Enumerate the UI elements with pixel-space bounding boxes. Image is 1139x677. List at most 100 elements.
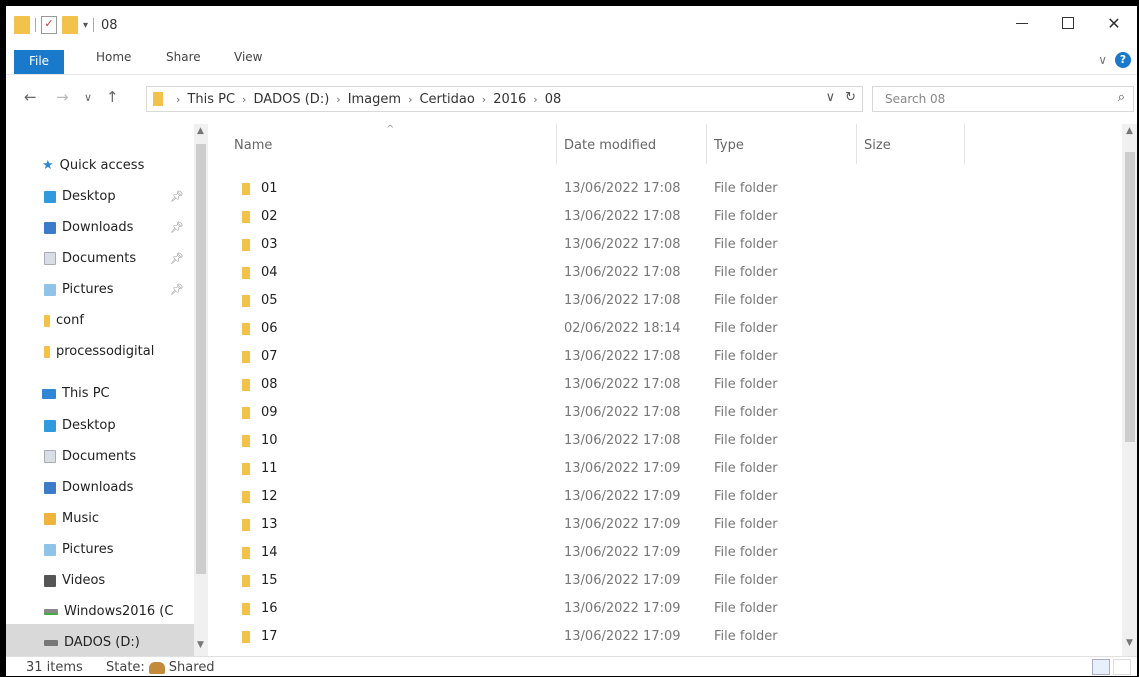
up-arrow-icon[interactable]: ↑ bbox=[106, 88, 119, 106]
forward-arrow-icon[interactable]: → bbox=[56, 88, 69, 106]
recent-locations-icon[interactable]: ∨ bbox=[84, 91, 92, 104]
file-row[interactable]: 03 13/06/2022 17:08 File folder bbox=[216, 230, 1122, 260]
search-input[interactable] bbox=[883, 91, 1087, 107]
address-history-icon[interactable]: ∨ bbox=[826, 90, 836, 105]
column-header-type[interactable]: Type bbox=[714, 138, 744, 153]
nav-item-pc-music[interactable]: Music bbox=[44, 511, 99, 526]
folder-icon bbox=[14, 16, 30, 34]
breadcrumb-this-pc[interactable]: This PC bbox=[187, 92, 235, 107]
breadcrumb-separator-icon[interactable]: › bbox=[408, 93, 412, 106]
file-type: File folder bbox=[714, 517, 778, 532]
star-icon: ★ bbox=[42, 157, 54, 173]
file-date: 13/06/2022 17:09 bbox=[564, 517, 681, 532]
customize-toolbar-icon[interactable]: ▾ bbox=[83, 20, 88, 31]
nav-item-pc-documents[interactable]: Documents bbox=[44, 449, 136, 464]
help-icon[interactable]: ? bbox=[1115, 52, 1131, 68]
expand-ribbon-icon[interactable]: ∨ bbox=[1098, 53, 1107, 67]
tab-file[interactable]: File bbox=[14, 50, 64, 74]
column-divider[interactable] bbox=[556, 124, 557, 164]
nav-label: Documents bbox=[62, 449, 137, 464]
breadcrumb-separator-icon[interactable]: › bbox=[482, 93, 486, 106]
address-bar[interactable]: › This PC › DADOS (D:) › Imagem › Certid… bbox=[146, 86, 863, 112]
nav-item-pc-pictures[interactable]: Pictures bbox=[44, 542, 113, 557]
file-row[interactable]: 10 13/06/2022 17:08 File folder bbox=[216, 426, 1122, 456]
column-divider[interactable] bbox=[856, 124, 857, 164]
nav-item-pc-videos[interactable]: Videos bbox=[44, 573, 105, 588]
search-icon[interactable]: ⌕ bbox=[1118, 90, 1125, 105]
file-row[interactable]: 14 13/06/2022 17:09 File folder bbox=[216, 538, 1122, 568]
column-header-size[interactable]: Size bbox=[864, 138, 891, 153]
nav-quick-access[interactable]: ★ Quick access bbox=[42, 158, 144, 173]
breadcrumb-imagem[interactable]: Imagem bbox=[348, 92, 401, 107]
back-arrow-icon[interactable]: ← bbox=[24, 88, 37, 106]
file-row[interactable]: 07 13/06/2022 17:08 File folder bbox=[216, 342, 1122, 372]
pin-icon[interactable]: 📌︎ bbox=[170, 221, 184, 234]
file-date: 13/06/2022 17:08 bbox=[564, 293, 681, 308]
file-row[interactable]: 04 13/06/2022 17:08 File folder bbox=[216, 258, 1122, 288]
nav-item-documents[interactable]: Documents bbox=[44, 251, 136, 266]
nav-item-pc-downloads[interactable]: Downloads bbox=[44, 480, 133, 495]
scroll-down-icon[interactable]: ▼ bbox=[1126, 638, 1133, 648]
file-row[interactable]: 09 13/06/2022 17:08 File folder bbox=[216, 398, 1122, 428]
tab-share[interactable]: Share bbox=[166, 50, 201, 64]
tab-home[interactable]: Home bbox=[96, 50, 131, 64]
file-row[interactable]: 05 13/06/2022 17:08 File folder bbox=[216, 286, 1122, 316]
close-button[interactable]: ✕ bbox=[1091, 6, 1137, 40]
nav-item-drive-c[interactable]: Windows2016 (C bbox=[44, 604, 173, 619]
file-list-scrollbar[interactable]: ▲ ▼ bbox=[1122, 124, 1137, 656]
properties-icon[interactable]: ✓ bbox=[41, 16, 57, 34]
file-row[interactable]: 02 13/06/2022 17:08 File folder bbox=[216, 202, 1122, 232]
file-row[interactable]: 12 13/06/2022 17:09 File folder bbox=[216, 482, 1122, 512]
breadcrumb-separator-icon[interactable]: › bbox=[242, 93, 246, 106]
column-header-name[interactable]: Name bbox=[234, 138, 272, 153]
breadcrumb-separator-icon[interactable]: › bbox=[533, 93, 537, 106]
pin-icon[interactable]: 📌︎ bbox=[170, 283, 184, 296]
large-icons-view-icon[interactable] bbox=[1113, 659, 1131, 675]
file-row[interactable]: 15 13/06/2022 17:09 File folder bbox=[216, 566, 1122, 596]
breadcrumb-08[interactable]: 08 bbox=[545, 92, 562, 107]
new-folder-icon[interactable] bbox=[62, 16, 78, 34]
nav-scrollbar-thumb[interactable] bbox=[196, 144, 206, 574]
breadcrumb-dados[interactable]: DADOS (D:) bbox=[253, 92, 329, 107]
file-row[interactable]: 01 13/06/2022 17:08 File folder bbox=[216, 174, 1122, 204]
details-view-icon[interactable] bbox=[1092, 659, 1110, 675]
nav-item-drive-d[interactable]: DADOS (D:) bbox=[44, 635, 140, 650]
minimize-button[interactable] bbox=[999, 6, 1045, 40]
column-divider[interactable] bbox=[706, 124, 707, 164]
nav-scrollbar[interactable]: ▲ ▼ bbox=[194, 124, 208, 656]
nav-this-pc[interactable]: This PC bbox=[42, 386, 110, 401]
file-row[interactable]: 06 02/06/2022 18:14 File folder bbox=[216, 314, 1122, 344]
nav-item-downloads[interactable]: Downloads bbox=[44, 220, 133, 235]
breadcrumb-separator-icon[interactable]: › bbox=[336, 93, 340, 106]
tab-view[interactable]: View bbox=[234, 50, 262, 64]
file-row[interactable]: 17 13/06/2022 17:09 File folder bbox=[216, 622, 1122, 652]
search-box[interactable]: ⌕ bbox=[872, 86, 1134, 112]
file-name: 08 bbox=[261, 377, 278, 392]
nav-item-processodigital[interactable]: processodigital bbox=[44, 344, 154, 359]
scroll-up-icon[interactable]: ▲ bbox=[197, 126, 204, 136]
pin-icon[interactable]: 📌︎ bbox=[170, 252, 184, 265]
file-list-scrollbar-thumb[interactable] bbox=[1125, 152, 1135, 442]
scroll-up-icon[interactable]: ▲ bbox=[1126, 126, 1133, 136]
nav-item-pc-desktop[interactable]: Desktop bbox=[44, 418, 116, 433]
refresh-icon[interactable]: ↻ bbox=[845, 90, 856, 105]
pin-icon[interactable]: 📌︎ bbox=[170, 190, 184, 203]
nav-item-conf[interactable]: conf bbox=[44, 313, 84, 328]
breadcrumb-certidao[interactable]: Certidao bbox=[419, 92, 474, 107]
file-row[interactable]: 13 13/06/2022 17:09 File folder bbox=[216, 510, 1122, 540]
column-divider[interactable] bbox=[964, 124, 965, 164]
scroll-down-icon[interactable]: ▼ bbox=[197, 640, 204, 650]
file-row[interactable]: 08 13/06/2022 17:08 File folder bbox=[216, 370, 1122, 400]
nav-label: Pictures bbox=[62, 542, 114, 557]
file-row[interactable]: 16 13/06/2022 17:09 File folder bbox=[216, 594, 1122, 624]
maximize-button[interactable] bbox=[1045, 6, 1091, 40]
downloads-folder-icon bbox=[44, 221, 56, 234]
column-header-date[interactable]: Date modified bbox=[564, 138, 656, 153]
nav-item-pictures[interactable]: Pictures bbox=[44, 282, 113, 297]
file-row[interactable]: 11 13/06/2022 17:09 File folder bbox=[216, 454, 1122, 484]
divider bbox=[93, 18, 95, 32]
breadcrumb-separator-icon[interactable]: › bbox=[176, 93, 180, 106]
shared-users-icon bbox=[148, 661, 165, 674]
nav-item-desktop[interactable]: Desktop bbox=[44, 189, 116, 204]
breadcrumb-2016[interactable]: 2016 bbox=[493, 92, 526, 107]
